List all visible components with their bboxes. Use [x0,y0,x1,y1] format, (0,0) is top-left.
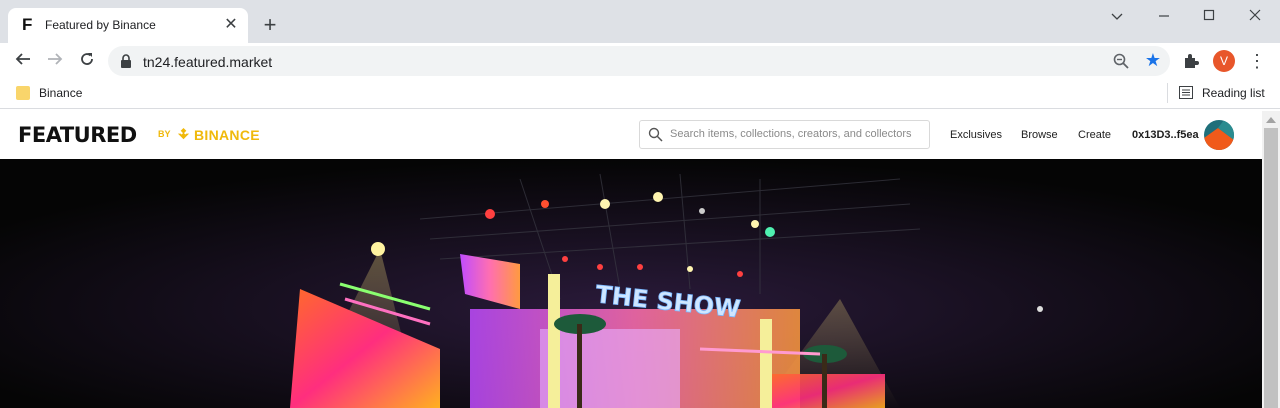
nav-create[interactable]: Create [1078,129,1111,141]
folder-icon[interactable] [16,86,30,100]
new-tab-button[interactable]: + [258,14,282,38]
site-header: FEATURED BY BINANCE Search items, collec… [0,111,1262,159]
favicon-icon: F [22,15,33,34]
hero-stage-image: THE SHOW [0,159,1262,408]
tab-title: Featured by Binance [45,18,156,32]
nav-browse[interactable]: Browse [1021,129,1058,141]
tab-close-icon[interactable]: ✕ [222,16,240,34]
bookmark-binance[interactable]: Binance [39,86,82,100]
logo-by-text: BY [158,129,171,139]
url-text[interactable]: tn24.featured.market [143,54,272,70]
browser-toolbar: tn24.featured.market ★ [0,43,1280,78]
hero-banner[interactable]: THE SHOW [0,159,1262,408]
scroll-thumb[interactable] [1264,128,1278,408]
tab-strip: F Featured by Binance ✕ + [0,0,1280,43]
reading-list-icon[interactable] [1179,86,1193,99]
forward-arrow-icon[interactable] [42,48,68,74]
browser-tab[interactable]: F Featured by Binance ✕ [8,8,248,43]
page-scrollbar[interactable] [1262,111,1280,408]
scroll-up-arrow-icon[interactable] [1266,117,1276,123]
back-arrow-icon[interactable] [10,48,36,74]
profile-avatar[interactable]: V [1213,50,1235,72]
zoom-icon[interactable] [1112,52,1130,70]
binance-logo-icon [177,127,190,140]
bookmarks-divider [1167,83,1168,103]
wallet-address[interactable]: 0x13D3..f5ea [1132,129,1199,141]
chevron-down-icon[interactable] [1102,8,1132,24]
lock-icon[interactable] [120,54,132,68]
site-logo[interactable]: FEATURED [18,123,137,147]
user-avatar[interactable] [1204,120,1234,150]
close-icon[interactable] [1240,8,1270,24]
bookmarks-bar: Binance Reading list [0,78,1280,109]
maximize-icon[interactable] [1194,8,1224,24]
search-icon [648,127,663,142]
logo-brand-text: BINANCE [194,127,260,143]
star-icon[interactable]: ★ [1145,50,1161,70]
address-bar[interactable]: tn24.featured.market ★ [108,46,1170,76]
reading-list-link[interactable]: Reading list [1202,86,1265,100]
search-input[interactable]: Search items, collections, creators, and… [670,128,912,140]
reload-icon[interactable] [74,48,100,74]
extensions-icon[interactable] [1182,52,1200,70]
menu-icon[interactable]: ⋮ [1248,48,1266,74]
minimize-icon[interactable] [1149,8,1179,24]
search-box[interactable]: Search items, collections, creators, and… [639,120,930,149]
nav-exclusives[interactable]: Exclusives [950,129,1002,141]
